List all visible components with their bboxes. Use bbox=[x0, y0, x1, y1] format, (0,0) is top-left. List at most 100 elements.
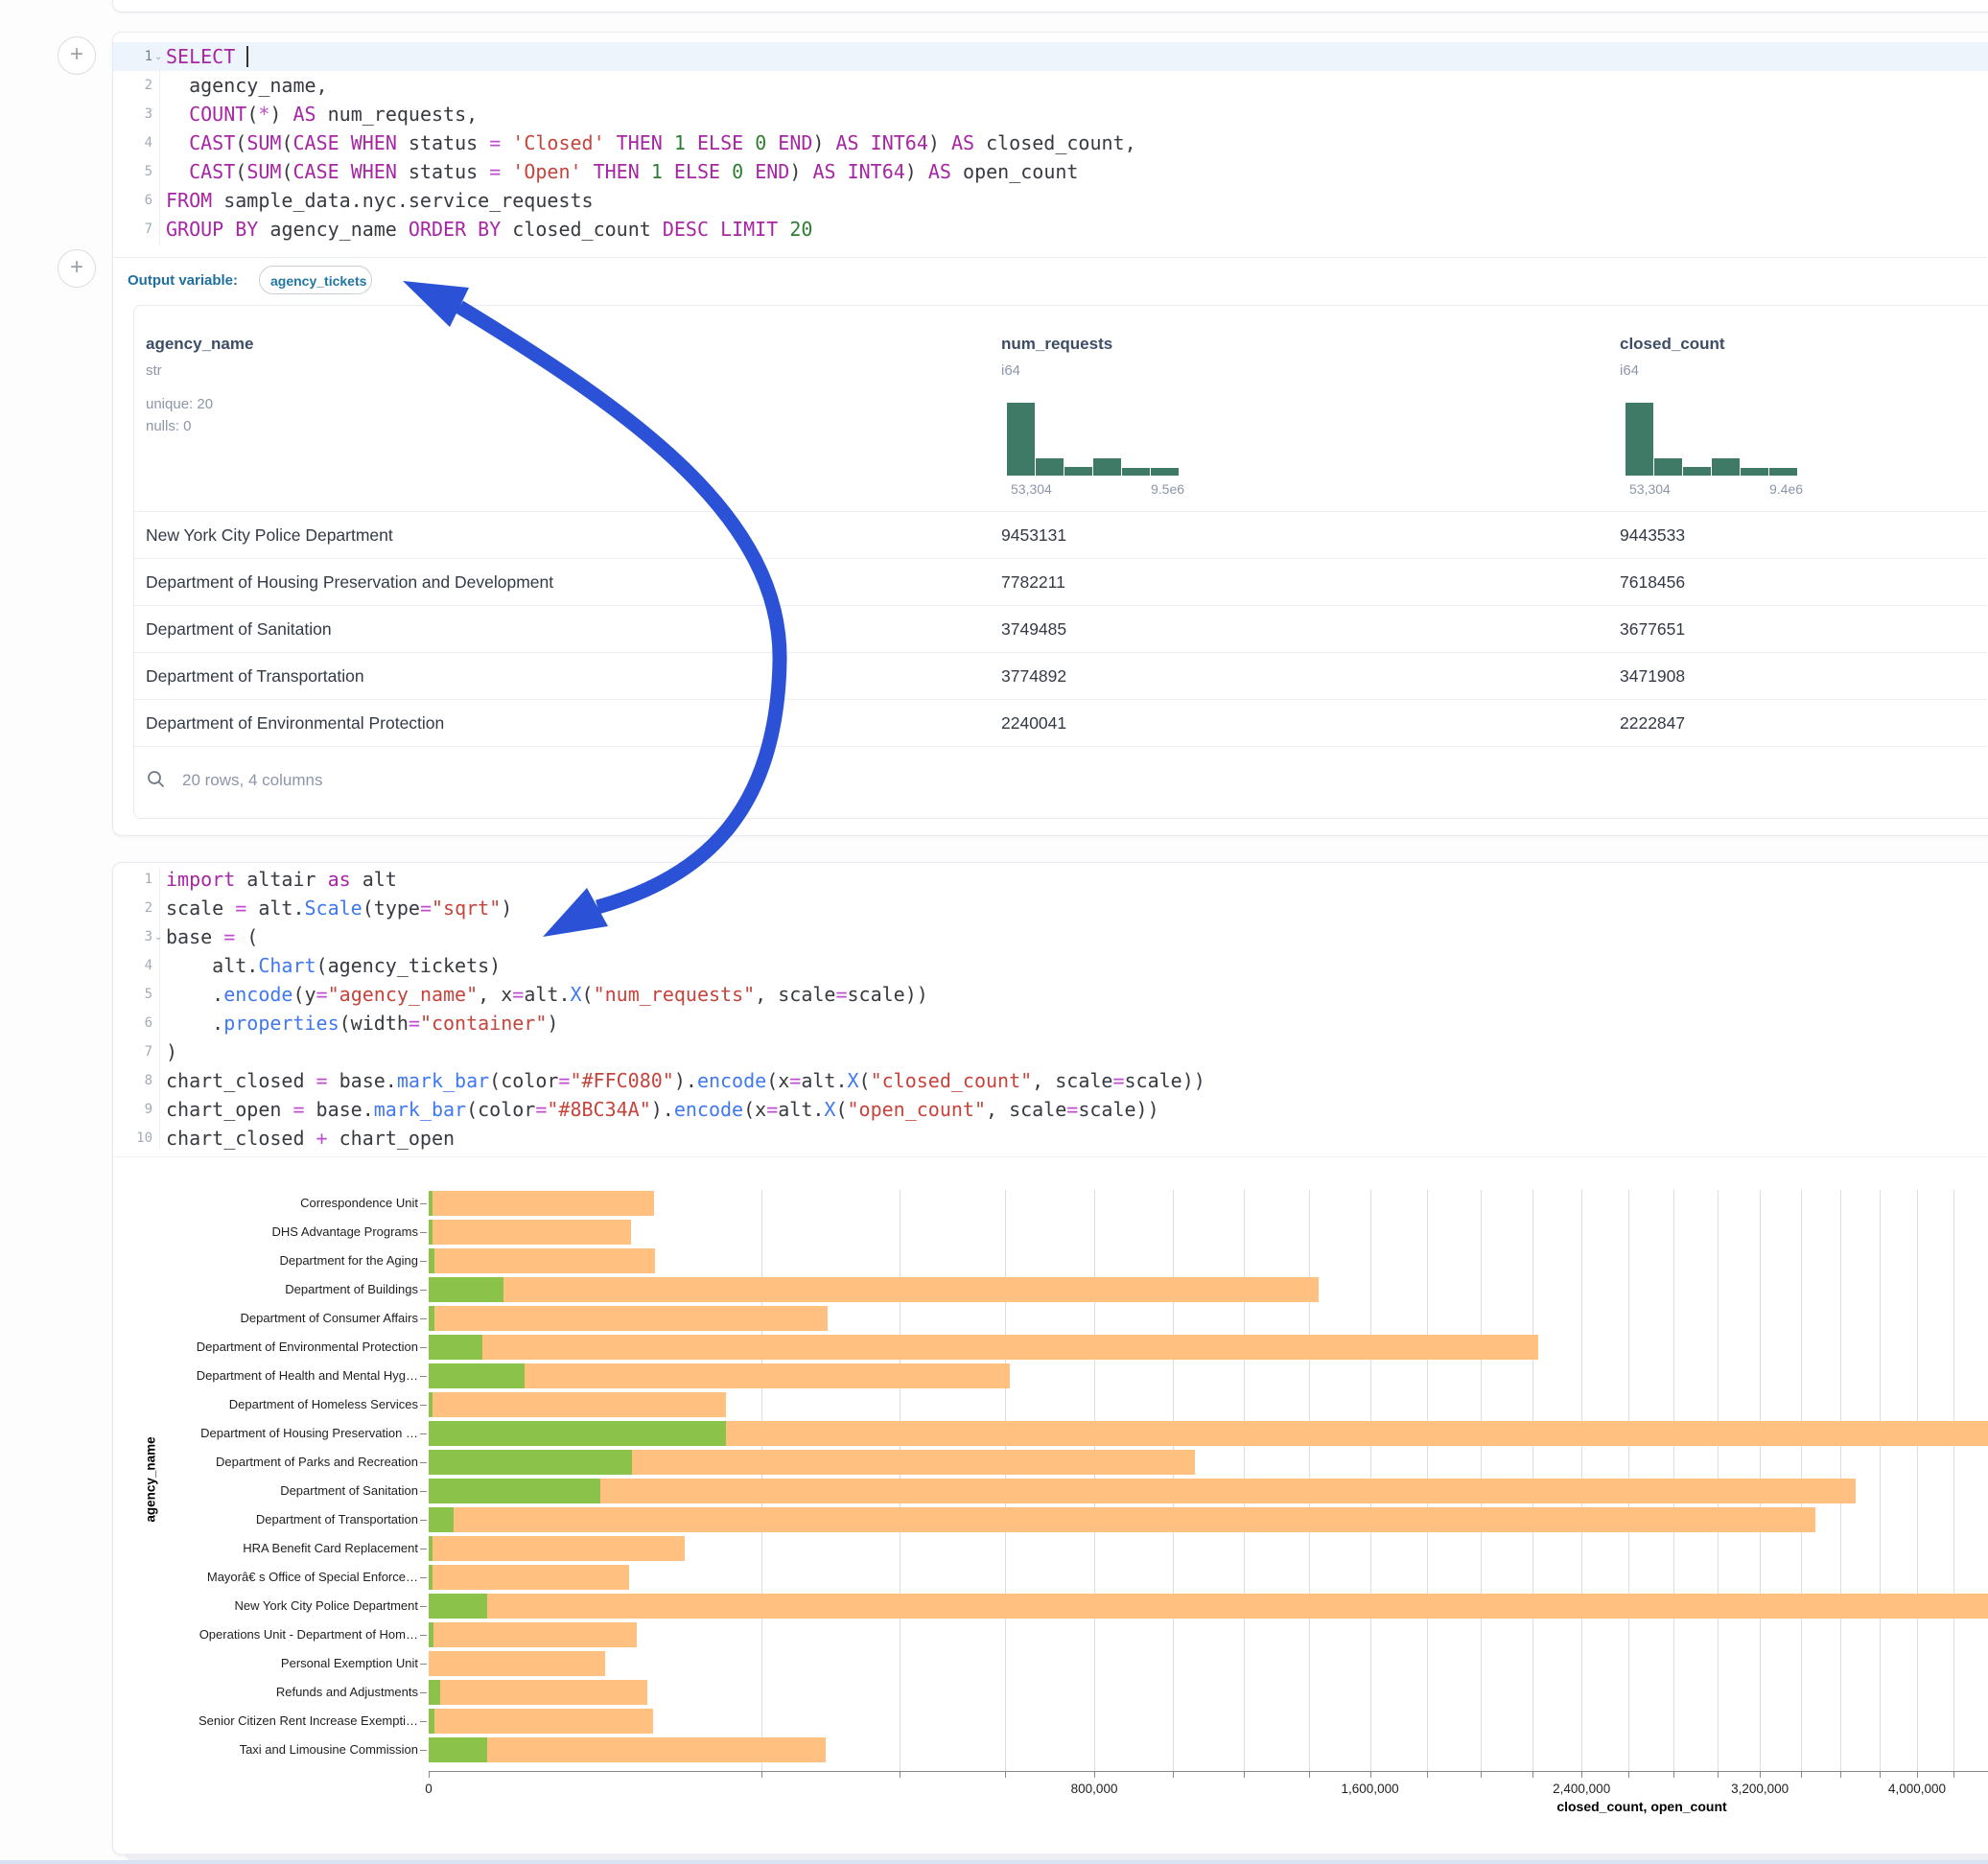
output-variable-pill[interactable]: agency_tickets bbox=[259, 266, 372, 294]
code-line[interactable]: 6FROM sample_data.nyc.service_requests bbox=[113, 186, 1988, 215]
closed-count-bar[interactable] bbox=[429, 1479, 1856, 1503]
open-count-bar[interactable] bbox=[429, 1220, 433, 1245]
code-text: chart_open = base.mark_bar(color="#8BC34… bbox=[166, 1095, 1159, 1124]
line-number: 4 bbox=[113, 951, 152, 980]
y-axis-tick bbox=[420, 1433, 427, 1434]
add-cell-button-below-sql[interactable]: + bbox=[58, 249, 96, 288]
y-axis-category-label: Department of Parks and Recreation bbox=[163, 1455, 418, 1469]
y-axis-tick bbox=[420, 1347, 427, 1348]
code-line[interactable]: 8chart_closed = base.mark_bar(color="#FF… bbox=[113, 1066, 1988, 1095]
table-row[interactable]: Department of Sanitation37494853677651 bbox=[134, 606, 1987, 652]
closed-count-bar[interactable] bbox=[429, 1651, 605, 1676]
code-line[interactable]: 3 COUNT(*) AS num_requests, bbox=[113, 100, 1988, 128]
y-axis-tick bbox=[420, 1520, 427, 1521]
python-editor[interactable]: 1 import altair as alt2scale = alt.Scale(… bbox=[113, 865, 1988, 1153]
code-line[interactable]: 2scale = alt.Scale(type="sqrt") bbox=[113, 894, 1988, 922]
open-count-bar[interactable] bbox=[429, 1565, 433, 1590]
open-count-bar[interactable] bbox=[429, 1450, 632, 1475]
open-count-bar[interactable] bbox=[429, 1392, 433, 1417]
open-count-bar[interactable] bbox=[429, 1737, 487, 1762]
closed-count-bar[interactable] bbox=[429, 1622, 637, 1647]
closed-count-bar[interactable] bbox=[429, 1335, 1538, 1360]
chart-gridline bbox=[1917, 1190, 1918, 1771]
closed-count-bar[interactable] bbox=[429, 1306, 828, 1331]
open-count-bar[interactable] bbox=[429, 1191, 433, 1216]
table-cell: 9443533 bbox=[1620, 524, 1685, 547]
y-axis-tick bbox=[420, 1577, 427, 1578]
closed-count-bar[interactable] bbox=[429, 1536, 685, 1561]
code-line[interactable]: 3⌄base = ( bbox=[113, 922, 1988, 951]
num-requests-hist-min: 53,304 bbox=[1011, 481, 1052, 497]
open-count-bar[interactable] bbox=[429, 1479, 600, 1503]
histogram-bar bbox=[1151, 468, 1179, 476]
open-count-bar[interactable] bbox=[429, 1622, 433, 1647]
x-axis-tick bbox=[1673, 1771, 1674, 1778]
x-axis-tick bbox=[1244, 1771, 1245, 1778]
table-cell: New York City Police Department bbox=[146, 524, 393, 547]
line-number: 6 bbox=[113, 186, 152, 215]
x-axis-tick bbox=[1005, 1771, 1006, 1778]
open-count-bar[interactable] bbox=[429, 1709, 434, 1734]
code-line[interactable]: 1 import altair as alt bbox=[113, 865, 1988, 894]
table-row[interactable]: Department of Housing Preservation and D… bbox=[134, 559, 1987, 605]
closed-count-bar[interactable] bbox=[429, 1709, 653, 1734]
column-header-num-requests[interactable]: num_requests bbox=[1001, 335, 1112, 354]
open-count-bar[interactable] bbox=[429, 1248, 434, 1273]
open-count-bar[interactable] bbox=[429, 1277, 503, 1302]
closed-count-bar[interactable] bbox=[429, 1565, 629, 1590]
column-header-closed-count[interactable]: closed_count bbox=[1620, 335, 1725, 354]
search-icon[interactable] bbox=[146, 769, 167, 790]
table-row[interactable]: Department of Environmental Protection22… bbox=[134, 700, 1987, 746]
code-line[interactable]: 7GROUP BY agency_name ORDER BY closed_co… bbox=[113, 215, 1988, 244]
open-count-bar[interactable] bbox=[429, 1335, 482, 1360]
fold-chevron-icon[interactable]: ⌄ bbox=[154, 923, 162, 952]
code-line[interactable]: 2 agency_name, bbox=[113, 71, 1988, 100]
line-number: 1 bbox=[113, 42, 152, 71]
sql-editor[interactable]: 1⌄SELECT 2 agency_name,3 COUNT(*) AS num… bbox=[113, 42, 1988, 245]
code-line[interactable]: 5 CAST(SUM(CASE WHEN status = 'Open' THE… bbox=[113, 157, 1988, 186]
code-line[interactable]: 4 CAST(SUM(CASE WHEN status = 'Closed' T… bbox=[113, 128, 1988, 157]
add-cell-button-top[interactable]: + bbox=[58, 36, 96, 75]
open-count-bar[interactable] bbox=[429, 1421, 726, 1446]
code-line[interactable]: 6 .properties(width="container") bbox=[113, 1009, 1988, 1037]
closed-count-hist-max: 9.4e6 bbox=[1769, 481, 1803, 497]
code-line[interactable]: 10chart_closed + chart_open bbox=[113, 1124, 1988, 1153]
closed-count-bar[interactable] bbox=[429, 1392, 726, 1417]
fold-chevron-icon[interactable]: ⌄ bbox=[154, 43, 162, 72]
code-line[interactable]: 9chart_open = base.mark_bar(color="#8BC3… bbox=[113, 1095, 1988, 1124]
closed-count-bar[interactable] bbox=[429, 1680, 647, 1705]
column-type-closed-count: i64 bbox=[1620, 362, 1639, 379]
table-row[interactable]: New York City Police Department945313194… bbox=[134, 512, 1987, 558]
table-row[interactable]: Department of Transportation377489234719… bbox=[134, 653, 1987, 699]
closed-count-bar[interactable] bbox=[429, 1594, 1988, 1619]
code-text: CAST(SUM(CASE WHEN status = 'Open' THEN … bbox=[166, 157, 1078, 186]
open-count-bar[interactable] bbox=[429, 1507, 454, 1532]
column-header-agency-name[interactable]: agency_name bbox=[146, 335, 253, 354]
code-line[interactable]: 4 alt.Chart(agency_tickets) bbox=[113, 951, 1988, 980]
y-axis-tick bbox=[420, 1462, 427, 1463]
line-number: 1 bbox=[113, 865, 152, 894]
closed-count-bar[interactable] bbox=[429, 1507, 1815, 1532]
code-line[interactable]: 1⌄SELECT bbox=[113, 42, 1988, 71]
closed-count-hist-min: 53,304 bbox=[1629, 481, 1671, 497]
closed-count-bar[interactable] bbox=[429, 1248, 655, 1273]
closed-count-bar[interactable] bbox=[429, 1191, 654, 1216]
x-axis-tick-label: 800,000 bbox=[1037, 1782, 1152, 1796]
closed-count-bar[interactable] bbox=[429, 1737, 826, 1762]
chart-gridline bbox=[1880, 1190, 1881, 1771]
open-count-bar[interactable] bbox=[429, 1363, 525, 1388]
open-count-bar[interactable] bbox=[429, 1306, 434, 1331]
x-axis-tick bbox=[1094, 1771, 1095, 1778]
y-axis-tick bbox=[420, 1318, 427, 1319]
y-axis-category-label: Department of Transportation bbox=[163, 1512, 418, 1526]
open-count-bar[interactable] bbox=[429, 1594, 487, 1619]
open-count-bar[interactable] bbox=[429, 1536, 433, 1561]
open-count-bar[interactable] bbox=[429, 1680, 440, 1705]
code-line[interactable]: 5 .encode(y="agency_name", x=alt.X("num_… bbox=[113, 980, 1988, 1009]
closed-count-bar[interactable] bbox=[429, 1220, 631, 1245]
x-axis-tick-label: 1,600,000 bbox=[1313, 1782, 1428, 1796]
output-variable-label: Output variable: bbox=[128, 257, 238, 304]
code-line[interactable]: 7) bbox=[113, 1037, 1988, 1066]
code-text: import altair as alt bbox=[166, 865, 397, 894]
closed-count-bar[interactable] bbox=[429, 1277, 1319, 1302]
